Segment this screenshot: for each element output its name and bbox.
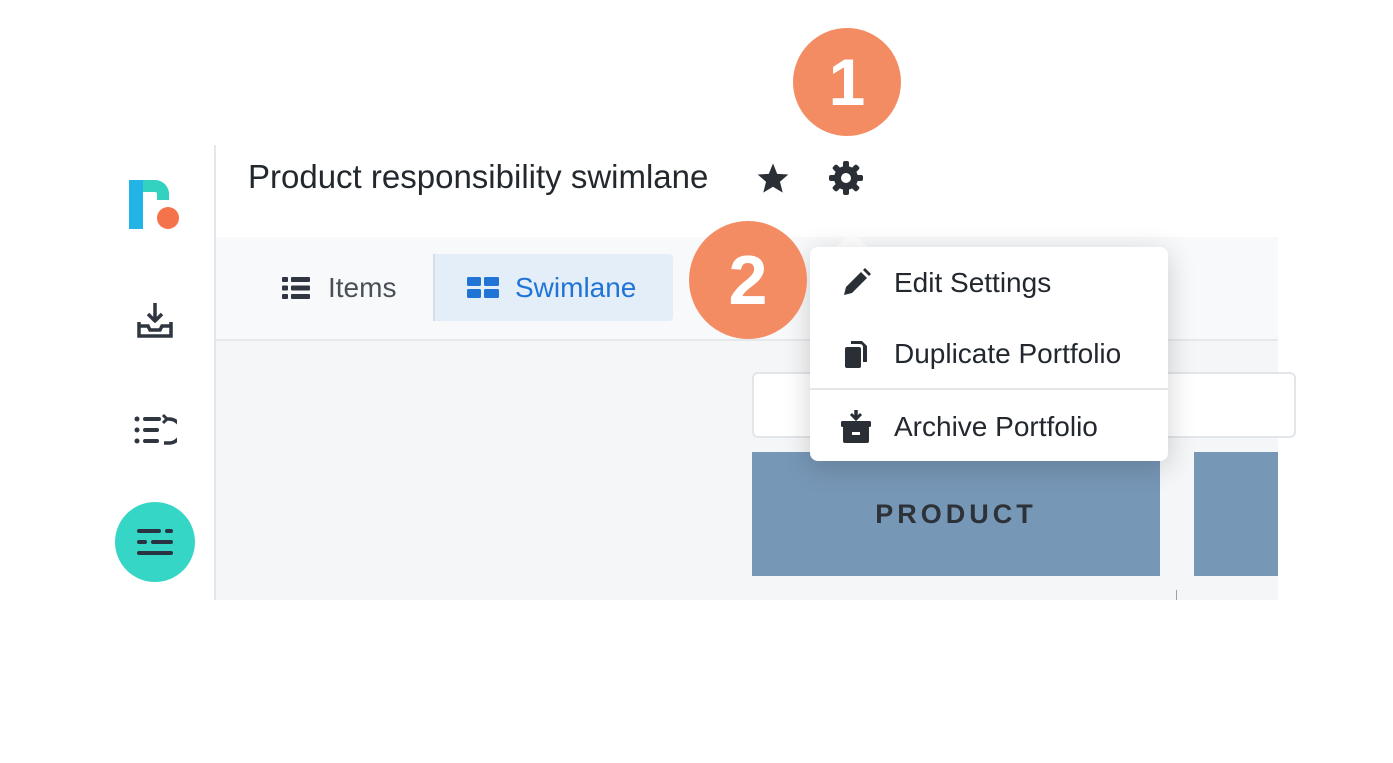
- page-title: Product responsibility swimlane: [248, 158, 709, 195]
- favorite-button[interactable]: [754, 160, 792, 196]
- swimlane-label: PRODUCT: [875, 498, 1037, 529]
- list-redo-icon[interactable]: [130, 405, 180, 455]
- settings-dropdown-menu: Edit Settings Duplicate Portfolio Archiv…: [810, 247, 1168, 461]
- tab-items-label: Items: [328, 271, 397, 303]
- menu-item-label: Duplicate Portfolio: [894, 338, 1122, 369]
- tab-swimlane-label: Swimlane: [515, 271, 637, 303]
- step-badge-2: 2: [689, 221, 807, 339]
- archive-box-icon: [841, 410, 871, 443]
- inbox-download-icon[interactable]: [130, 295, 180, 345]
- copy-icon: [845, 341, 867, 368]
- step-badge-1: 1: [793, 28, 901, 136]
- list-icon: [282, 276, 310, 299]
- menu-item-archive-portfolio[interactable]: Archive Portfolio: [810, 392, 1168, 462]
- sliders-lines-icon[interactable]: [115, 502, 195, 582]
- menu-item-label: Archive Portfolio: [894, 411, 1098, 442]
- menu-caret: [836, 231, 868, 247]
- menu-item-duplicate-portfolio[interactable]: Duplicate Portfolio: [810, 319, 1168, 389]
- tab-swimlane[interactable]: Swimlane: [435, 254, 673, 321]
- swimlane-header-product: PRODUCT: [752, 452, 1160, 576]
- star-icon: [757, 163, 789, 193]
- menu-item-label: Edit Settings: [894, 267, 1052, 298]
- lane-guide-line: [1176, 590, 1177, 600]
- tab-items[interactable]: Items: [262, 254, 433, 321]
- grid-icon: [467, 276, 499, 298]
- settings-gear-button[interactable]: [826, 158, 866, 198]
- gear-icon: [829, 161, 863, 195]
- menu-divider: [810, 388, 1168, 390]
- swimlane-header-next: [1194, 452, 1278, 576]
- menu-item-edit-settings[interactable]: Edit Settings: [810, 248, 1168, 318]
- app-logo[interactable]: [129, 178, 181, 230]
- pencil-icon: [844, 268, 871, 295]
